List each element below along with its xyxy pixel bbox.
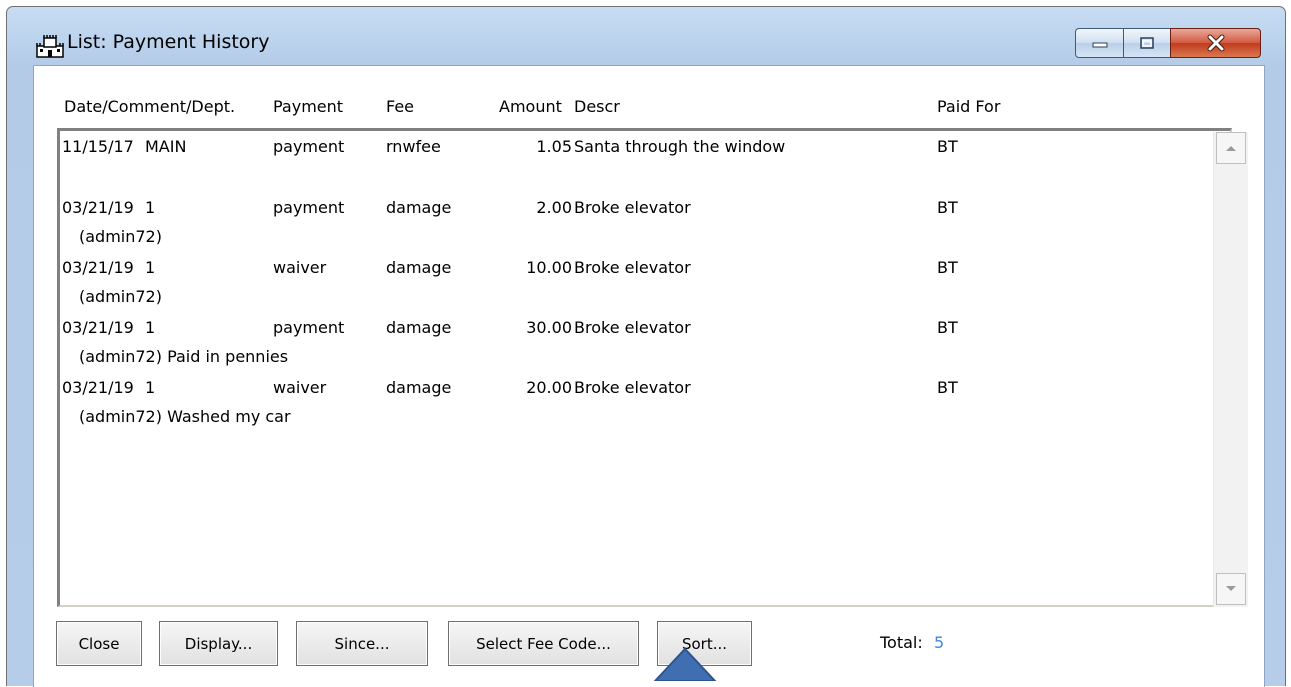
vertical-scrollbar[interactable] <box>1213 132 1248 607</box>
select-fee-code-button[interactable]: Select Fee Code... <box>448 621 639 666</box>
row-paid-for: BT <box>937 258 958 277</box>
maximize-button[interactable] <box>1123 28 1171 58</box>
row-payment: payment <box>273 137 345 156</box>
row-fee: rnwfee <box>386 137 441 156</box>
row-descr: Broke elevator <box>574 378 691 397</box>
column-header-date: Date/Comment/Dept. <box>64 97 236 116</box>
row-payment: waiver <box>273 258 327 277</box>
row-fee: damage <box>386 198 452 217</box>
since-button[interactable]: Since... <box>296 621 428 666</box>
title-bar[interactable]: List: Payment History <box>7 7 1285 65</box>
row-date: 03/21/19 <box>62 378 134 397</box>
row-date: 03/21/19 <box>62 258 134 277</box>
payment-history-window: List: Payment History Date/Comment/Dept.… <box>6 6 1286 687</box>
row-comment: (admin72) <box>79 227 162 246</box>
row-dept: 1 <box>145 198 156 217</box>
row-comment: (admin72) <box>79 287 162 306</box>
row-fee: damage <box>386 378 452 397</box>
row-amount: 30.00 <box>526 318 572 337</box>
row-comment: (admin72) Paid in pennies <box>79 347 289 366</box>
column-header-descr: Descr <box>574 97 620 116</box>
close-window-button[interactable] <box>1170 28 1261 58</box>
row-date: 11/15/17 <box>62 137 134 156</box>
row-dept: 1 <box>145 258 156 277</box>
row-paid-for: BT <box>937 318 958 337</box>
row-dept: 1 <box>145 318 156 337</box>
minimize-button[interactable] <box>1075 28 1124 58</box>
column-header-paid-for: Paid For <box>937 97 1001 116</box>
row-amount: 2.00 <box>536 198 572 217</box>
close-button[interactable]: Close <box>56 621 142 666</box>
row-fee: damage <box>386 318 452 337</box>
row-dept: MAIN <box>145 137 187 156</box>
row-amount: 1.05 <box>536 137 572 156</box>
row-descr: Broke elevator <box>574 198 691 217</box>
row-payment: payment <box>273 198 345 217</box>
total-count: 5 <box>934 633 945 652</box>
window-title: List: Payment History <box>67 31 270 53</box>
maximize-icon <box>1140 37 1154 49</box>
row-paid-for: BT <box>937 198 958 217</box>
scroll-down-button[interactable] <box>1216 573 1246 605</box>
row-date: 03/21/19 <box>62 198 134 217</box>
close-icon <box>1207 34 1224 52</box>
row-payment: waiver <box>273 378 327 397</box>
scroll-down-arrow-icon <box>1226 586 1236 591</box>
list-item[interactable]: 03/21/19 1 waiver damage 20.00 Broke ele… <box>60 378 1200 438</box>
dialog-content: Date/Comment/Dept. Payment Fee Amount De… <box>33 65 1265 687</box>
row-amount: 10.00 <box>526 258 572 277</box>
minimize-icon <box>1092 42 1107 48</box>
row-descr: Santa through the window <box>574 137 786 156</box>
list-item[interactable]: 03/21/19 1 payment damage 2.00 Broke ele… <box>60 198 1200 258</box>
row-payment: payment <box>273 318 345 337</box>
row-comment: (admin72) Washed my car <box>79 407 291 426</box>
row-descr: Broke elevator <box>574 258 691 277</box>
list-item[interactable]: 03/21/19 1 payment damage 30.00 Broke el… <box>60 318 1200 378</box>
pointer-arrow-icon <box>653 647 717 681</box>
row-date: 03/21/19 <box>62 318 134 337</box>
payment-list[interactable]: 11/15/17 MAIN payment rnwfee 1.05 Santa … <box>57 128 1232 607</box>
scroll-up-button[interactable] <box>1216 132 1246 164</box>
castle-icon <box>36 35 64 58</box>
column-header-fee: Fee <box>386 97 415 116</box>
row-descr: Broke elevator <box>574 318 691 337</box>
display-button[interactable]: Display... <box>159 621 278 666</box>
column-header-row: Date/Comment/Dept. Payment Fee Amount De… <box>34 66 1264 126</box>
row-paid-for: BT <box>937 137 958 156</box>
total-label: Total: <box>880 633 923 652</box>
row-amount: 20.00 <box>526 378 572 397</box>
column-header-amount: Amount <box>499 97 562 116</box>
scroll-up-arrow-icon <box>1226 146 1236 151</box>
list-item[interactable]: 03/21/19 1 waiver damage 10.00 Broke ele… <box>60 258 1200 318</box>
row-dept: 1 <box>145 378 156 397</box>
list-item[interactable]: 11/15/17 MAIN payment rnwfee 1.05 Santa … <box>60 137 1200 197</box>
row-paid-for: BT <box>937 378 958 397</box>
row-fee: damage <box>386 258 452 277</box>
column-header-payment: Payment <box>273 97 344 116</box>
